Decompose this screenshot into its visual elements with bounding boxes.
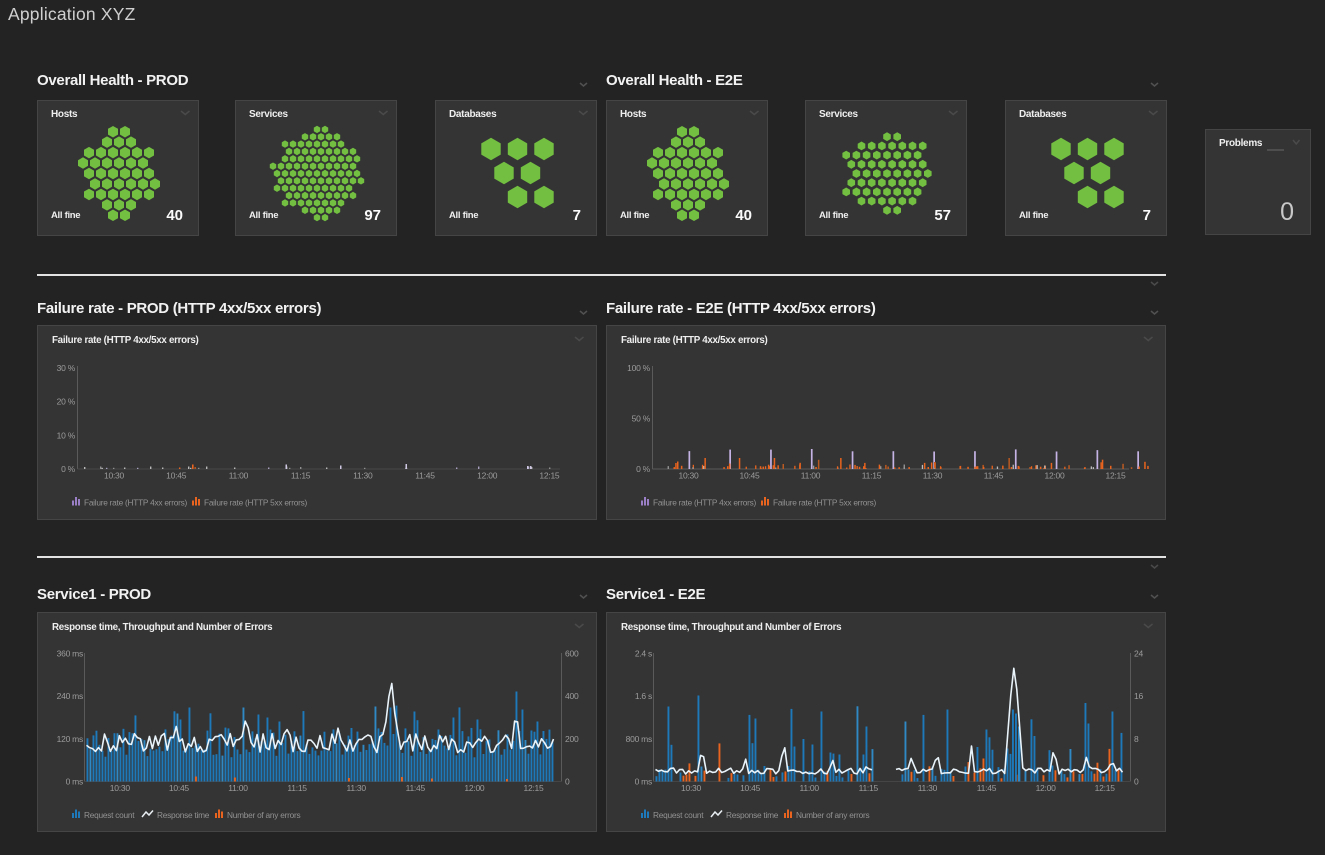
svg-text:12:00: 12:00 bbox=[1044, 471, 1065, 481]
svg-text:30 %: 30 % bbox=[57, 363, 76, 373]
svg-text:0 %: 0 % bbox=[636, 464, 651, 474]
svg-text:Failure rate (HTTP 4xx errors): Failure rate (HTTP 4xx errors) bbox=[653, 498, 756, 508]
svg-text:11:15: 11:15 bbox=[862, 471, 882, 481]
svg-text:200: 200 bbox=[565, 734, 579, 744]
svg-text:120 ms: 120 ms bbox=[57, 734, 83, 744]
svg-text:11:15: 11:15 bbox=[859, 783, 879, 793]
svg-text:20 %: 20 % bbox=[57, 397, 76, 407]
svg-text:11:00: 11:00 bbox=[229, 471, 249, 481]
svg-text:Number of any errors: Number of any errors bbox=[227, 810, 300, 820]
svg-text:11:45: 11:45 bbox=[406, 783, 426, 793]
svg-text:10:30: 10:30 bbox=[110, 783, 131, 793]
svg-text:2.4 s: 2.4 s bbox=[635, 649, 652, 659]
svg-text:12:15: 12:15 bbox=[1095, 783, 1116, 793]
svg-text:Request count: Request count bbox=[653, 810, 704, 820]
svg-text:10:30: 10:30 bbox=[678, 471, 699, 481]
svg-text:12:15: 12:15 bbox=[539, 471, 560, 481]
svg-text:0: 0 bbox=[565, 776, 570, 786]
svg-text:1.6 s: 1.6 s bbox=[635, 691, 652, 701]
svg-text:Failure rate (HTTP 5xx errors): Failure rate (HTTP 5xx errors) bbox=[204, 498, 307, 508]
svg-text:Response time: Response time bbox=[726, 810, 779, 820]
svg-text:12:00: 12:00 bbox=[1036, 783, 1057, 793]
svg-text:12:00: 12:00 bbox=[464, 783, 485, 793]
svg-text:10:45: 10:45 bbox=[740, 783, 761, 793]
svg-text:Response time: Response time bbox=[157, 810, 210, 820]
svg-text:11:45: 11:45 bbox=[415, 471, 435, 481]
svg-text:Request count: Request count bbox=[84, 810, 135, 820]
svg-text:11:15: 11:15 bbox=[287, 783, 307, 793]
svg-text:11:00: 11:00 bbox=[801, 471, 821, 481]
svg-text:12:00: 12:00 bbox=[477, 471, 498, 481]
svg-text:8: 8 bbox=[1134, 734, 1139, 744]
svg-text:24: 24 bbox=[1134, 649, 1143, 659]
svg-text:12:15: 12:15 bbox=[523, 783, 544, 793]
svg-text:10 %: 10 % bbox=[57, 430, 76, 440]
svg-text:Failure rate (HTTP 5xx errors): Failure rate (HTTP 5xx errors) bbox=[773, 498, 876, 508]
svg-text:11:30: 11:30 bbox=[923, 471, 943, 481]
svg-text:10:30: 10:30 bbox=[681, 783, 702, 793]
svg-text:12:15: 12:15 bbox=[1105, 471, 1126, 481]
svg-text:11:30: 11:30 bbox=[347, 783, 367, 793]
svg-text:360 ms: 360 ms bbox=[57, 649, 83, 659]
svg-text:Number of any errors: Number of any errors bbox=[796, 810, 869, 820]
svg-text:11:45: 11:45 bbox=[977, 783, 997, 793]
svg-text:100 %: 100 % bbox=[627, 363, 651, 373]
svg-text:10:45: 10:45 bbox=[166, 471, 187, 481]
svg-text:0 ms: 0 ms bbox=[66, 776, 83, 786]
svg-text:10:30: 10:30 bbox=[104, 471, 125, 481]
svg-text:0 ms: 0 ms bbox=[635, 776, 652, 786]
svg-text:11:15: 11:15 bbox=[291, 471, 311, 481]
svg-text:11:30: 11:30 bbox=[353, 471, 373, 481]
svg-text:10:45: 10:45 bbox=[739, 471, 760, 481]
svg-text:50 %: 50 % bbox=[632, 414, 651, 424]
svg-text:800 ms: 800 ms bbox=[626, 734, 652, 744]
svg-text:240 ms: 240 ms bbox=[57, 691, 83, 701]
svg-text:11:45: 11:45 bbox=[984, 471, 1004, 481]
svg-text:0: 0 bbox=[1134, 776, 1139, 786]
svg-text:400: 400 bbox=[565, 691, 579, 701]
svg-text:0 %: 0 % bbox=[61, 464, 76, 474]
svg-text:10:45: 10:45 bbox=[169, 783, 190, 793]
svg-text:Failure rate (HTTP 4xx errors): Failure rate (HTTP 4xx errors) bbox=[84, 498, 187, 508]
svg-text:16: 16 bbox=[1134, 691, 1143, 701]
svg-text:11:00: 11:00 bbox=[228, 783, 248, 793]
svg-text:11:00: 11:00 bbox=[800, 783, 820, 793]
svg-text:11:30: 11:30 bbox=[918, 783, 938, 793]
svg-text:600: 600 bbox=[565, 649, 579, 659]
